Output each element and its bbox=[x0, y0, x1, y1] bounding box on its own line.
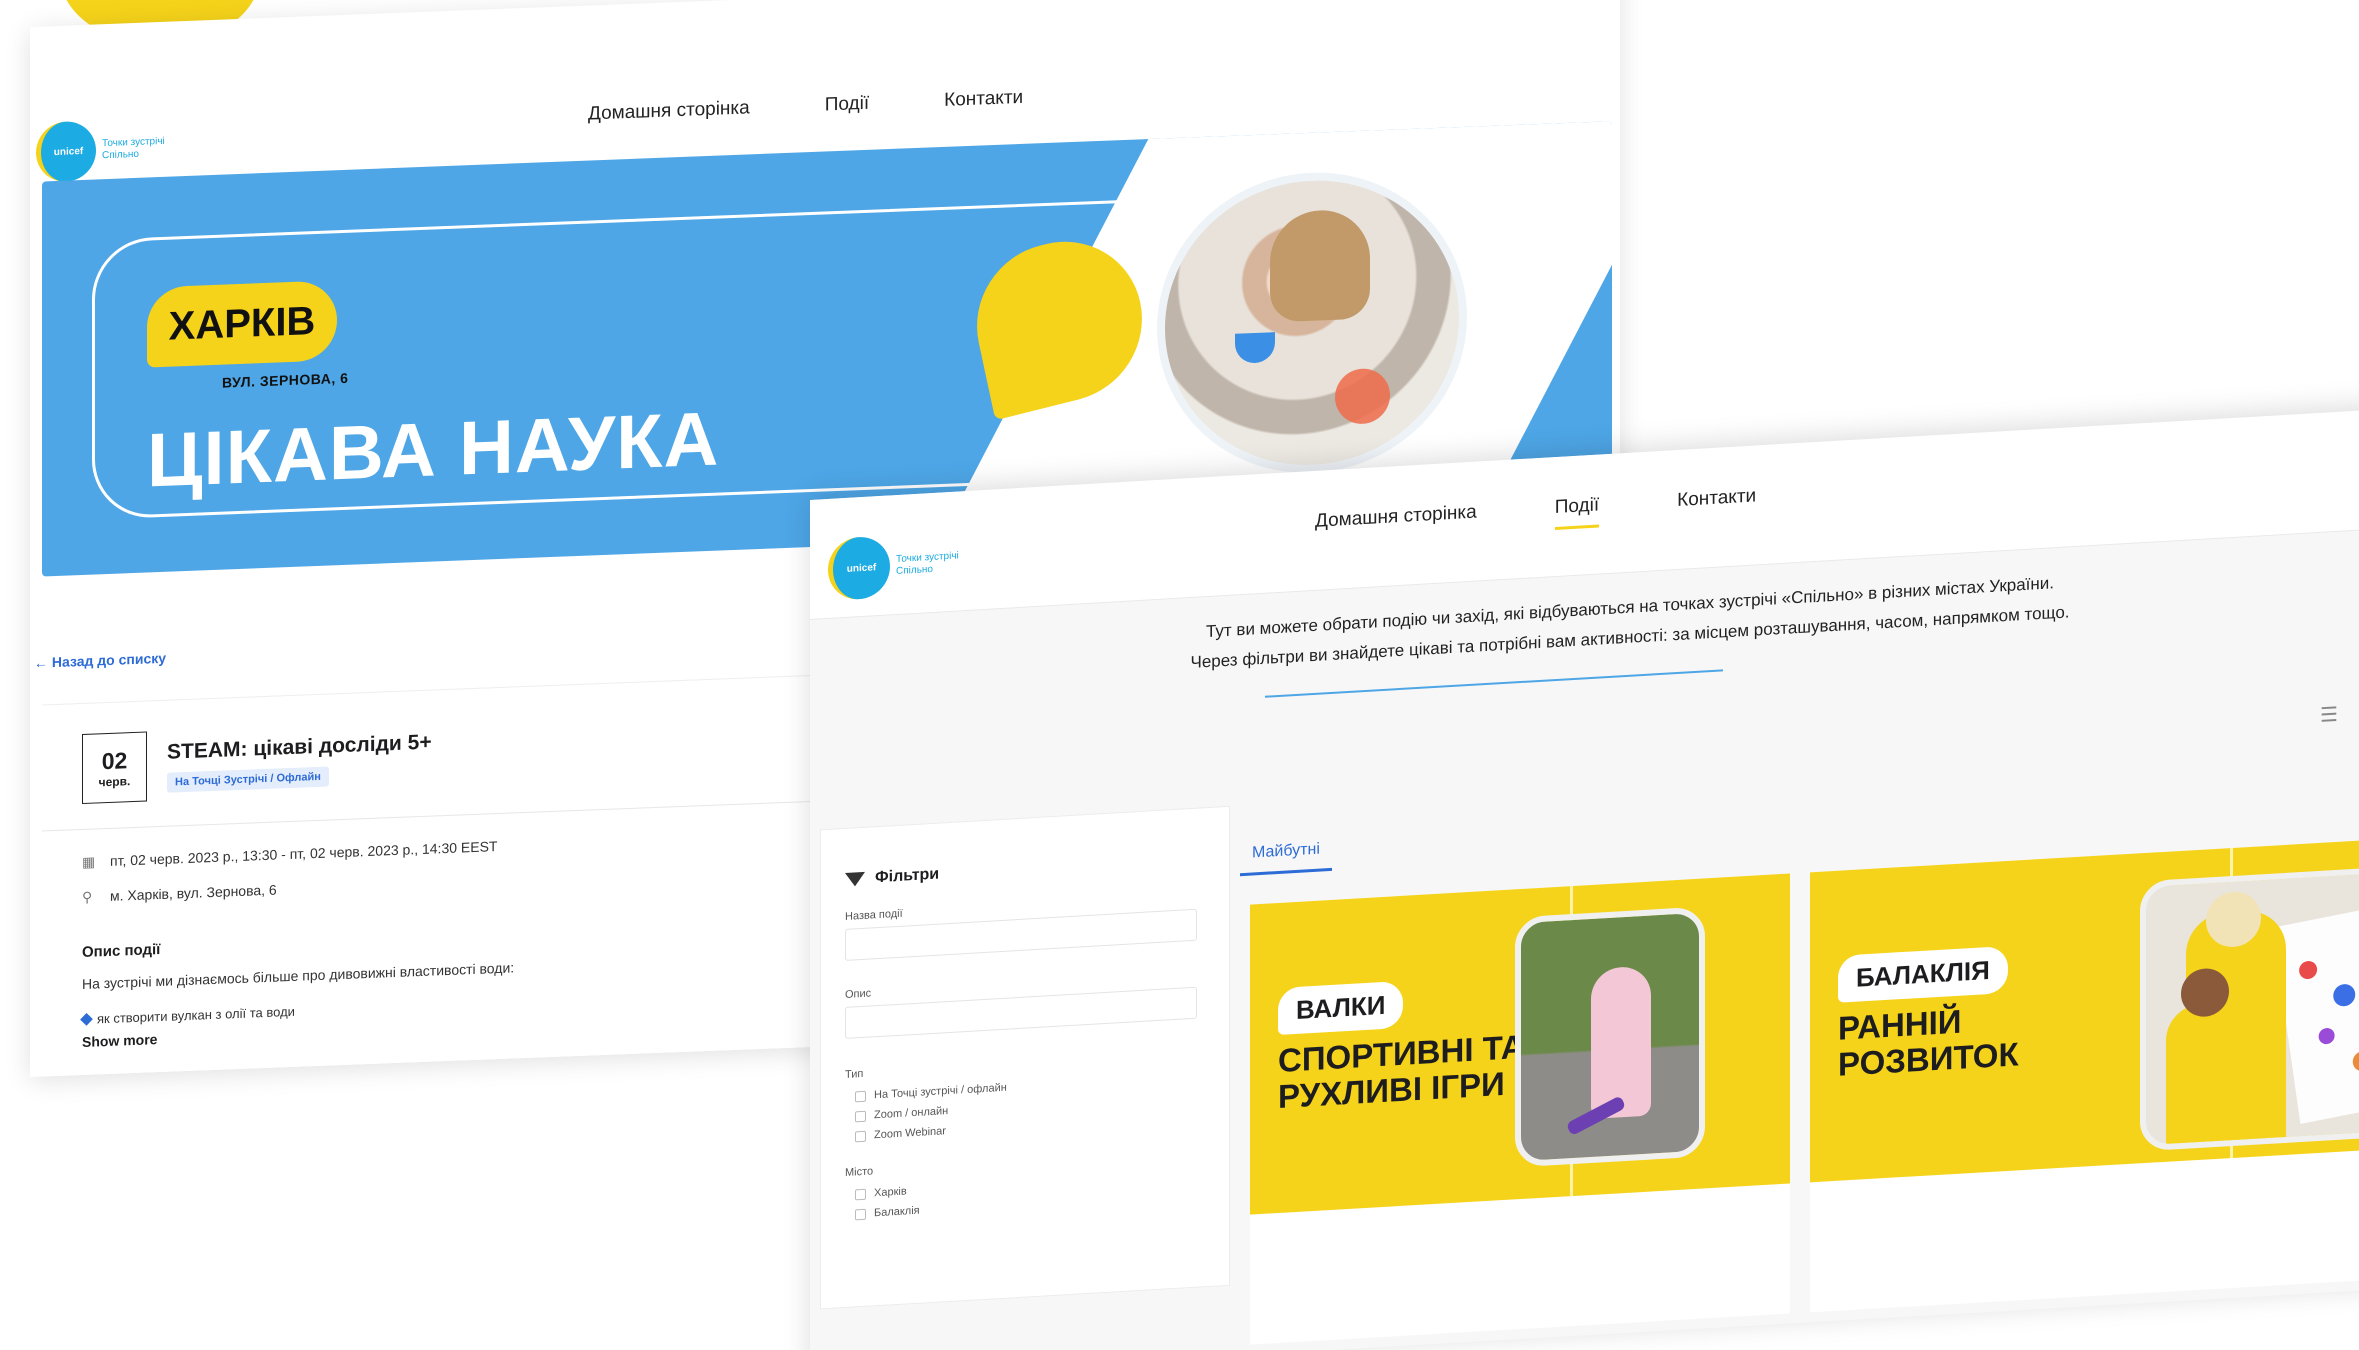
back-to-list-link[interactable]: ← Назад до списку bbox=[34, 650, 166, 671]
card-title: СПОРТИВНІ ТА РУХЛИВІ ІГРИ bbox=[1278, 1027, 1525, 1116]
location-pin-icon: ⚲ bbox=[82, 888, 93, 906]
event-title: STEAM: цікаві досліди 5+ bbox=[167, 730, 432, 764]
nav-home-2[interactable]: Домашня сторінка bbox=[1315, 502, 1477, 544]
event-location: м. Харків, вул. Зернова, 6 bbox=[110, 881, 277, 904]
nav-contacts-2[interactable]: Контакти bbox=[1677, 485, 1756, 523]
event-card-valky[interactable]: ВАЛКИ СПОРТИВНІ ТА РУХЛИВІ ІГРИ bbox=[1250, 873, 1790, 1345]
photo-flask-blue bbox=[1235, 332, 1275, 364]
event-card-image: БАЛАКЛІЯ РАННІЙ РОЗВИТОК bbox=[1810, 835, 2359, 1183]
nav-events[interactable]: Події bbox=[825, 93, 869, 117]
photo-child bbox=[1591, 965, 1651, 1119]
date-month: черв. bbox=[98, 773, 131, 789]
logo-text-2: Точки зустрічі Спільно bbox=[896, 550, 959, 578]
filter-desc-label: Опис bbox=[845, 987, 872, 1001]
card-title: РАННІЙ РОЗВИТОК bbox=[1838, 1002, 2019, 1083]
date-day: 02 bbox=[101, 746, 128, 774]
screenshot-stage: unicef Точки зустрічі Спільно Домашня ст… bbox=[0, 0, 2359, 1350]
filter-city-kharkiv[interactable]: Харків bbox=[855, 1185, 907, 1200]
event-card-balakliia[interactable]: БАЛАКЛІЯ РАННІЙ РОЗВИТОК bbox=[1810, 835, 2359, 1313]
event-location-row: ⚲ м. Харків, вул. Зернова, 6 bbox=[82, 882, 277, 905]
filter-type-label: Тип bbox=[845, 1067, 864, 1081]
event-datetime: пт, 02 черв. 2023 р., 13:30 - пт, 02 чер… bbox=[110, 838, 498, 869]
banner-city: ХАРКІВ bbox=[147, 280, 337, 368]
filters-title: Фільтри bbox=[875, 865, 940, 887]
filters-panel: Фільтри Назва події Опис Тип На Точці зу… bbox=[820, 805, 1230, 1310]
card-city: БАЛАКЛІЯ bbox=[1838, 945, 2008, 1003]
show-more-link[interactable]: Show more bbox=[82, 1031, 157, 1050]
event-card-image: ВАЛКИ СПОРТИВНІ ТА РУХЛИВІ ІГРИ bbox=[1250, 873, 1790, 1215]
card-photo-running-girl bbox=[1515, 906, 1705, 1168]
diamond-bullet-icon bbox=[80, 1012, 93, 1026]
calendar-icon: ▦ bbox=[82, 853, 96, 871]
paint-dot bbox=[2331, 982, 2357, 1009]
logo-line-2: Спільно bbox=[896, 563, 933, 578]
card-city: ВАЛКИ bbox=[1278, 980, 1404, 1036]
checkbox[interactable] bbox=[855, 1208, 866, 1220]
date-badge: 02 черв. bbox=[82, 731, 147, 805]
description-text: На зустрічі ми дізнаємось більше про див… bbox=[82, 959, 515, 993]
photo-child bbox=[2166, 1001, 2246, 1152]
logo-line-2: Спільно bbox=[102, 148, 139, 162]
nav-contacts[interactable]: Контакти bbox=[944, 87, 1023, 112]
photo-hair bbox=[1270, 208, 1370, 323]
intro-underline bbox=[1265, 669, 1723, 698]
logo[interactable]: unicef Точки зустрічі Спільно bbox=[36, 118, 165, 183]
description-bullet-text: як створити вулкан з олії та води bbox=[97, 1003, 295, 1027]
unicef-logo-icon-2: unicef bbox=[828, 535, 890, 601]
photo-flask-orange bbox=[1335, 367, 1390, 425]
description-bullet: як створити вулкан з олії та води bbox=[80, 1003, 295, 1027]
event-type-tag: На Точці Зустрічі / Офлайн bbox=[167, 766, 329, 793]
tab-future[interactable]: Майбутні bbox=[1240, 839, 1332, 877]
checkbox[interactable] bbox=[855, 1188, 866, 1200]
nav-home[interactable]: Домашня сторінка bbox=[588, 97, 750, 125]
filter-name-label: Назва події bbox=[845, 907, 903, 923]
paint-dot bbox=[2297, 959, 2319, 981]
checkbox[interactable] bbox=[855, 1090, 866, 1102]
filters-header: Фільтри bbox=[845, 866, 939, 889]
filter-type-offline[interactable]: На Точці зустрічі / офлайн bbox=[855, 1082, 1007, 1103]
paint-dot bbox=[2317, 1026, 2336, 1046]
card-photo-teacher-child bbox=[2140, 866, 2359, 1152]
filter-desc-input[interactable] bbox=[845, 986, 1197, 1039]
funnel-icon bbox=[845, 871, 865, 887]
logo-2[interactable]: unicef Точки зустрічі Спільно bbox=[828, 531, 959, 601]
events-list-window: unicef Точки зустрічі Спільно Домашня ст… bbox=[810, 405, 2359, 1350]
unicef-logo-icon: unicef bbox=[36, 120, 96, 183]
nav-events-2-active[interactable]: Події bbox=[1554, 494, 1600, 531]
description-title: Опис події bbox=[82, 940, 161, 962]
filter-type-zoom[interactable]: Zoom / онлайн bbox=[855, 1105, 948, 1122]
filter-type-webinar-label: Zoom Webinar bbox=[874, 1125, 946, 1142]
event-datetime-row: ▦ пт, 02 черв. 2023 р., 13:30 - пт, 02 ч… bbox=[82, 838, 497, 870]
filter-city-balakliia[interactable]: Балаклія bbox=[855, 1205, 920, 1221]
filter-city-label: Місто bbox=[845, 1165, 874, 1179]
filter-type-webinar[interactable]: Zoom Webinar bbox=[855, 1125, 946, 1142]
paint-dot bbox=[2351, 1049, 2359, 1073]
filter-city-balakliia-label: Балаклія bbox=[874, 1204, 920, 1220]
filter-type-zoom-label: Zoom / онлайн bbox=[874, 1105, 949, 1122]
filter-city-kharkiv-label: Харків bbox=[874, 1185, 907, 1200]
checkbox[interactable] bbox=[855, 1110, 866, 1122]
nav-links-2: Домашня сторінка Події Контакти bbox=[1315, 485, 1756, 543]
nav-links: Домашня сторінка Події Контакти bbox=[588, 87, 1023, 126]
logo-text: Точки зустрічі Спільно bbox=[102, 136, 165, 162]
list-view-icon[interactable]: ☰ bbox=[2320, 702, 2338, 728]
checkbox[interactable] bbox=[855, 1130, 866, 1142]
filter-type-offline-label: На Точці зустрічі / офлайн bbox=[874, 1081, 1007, 1102]
